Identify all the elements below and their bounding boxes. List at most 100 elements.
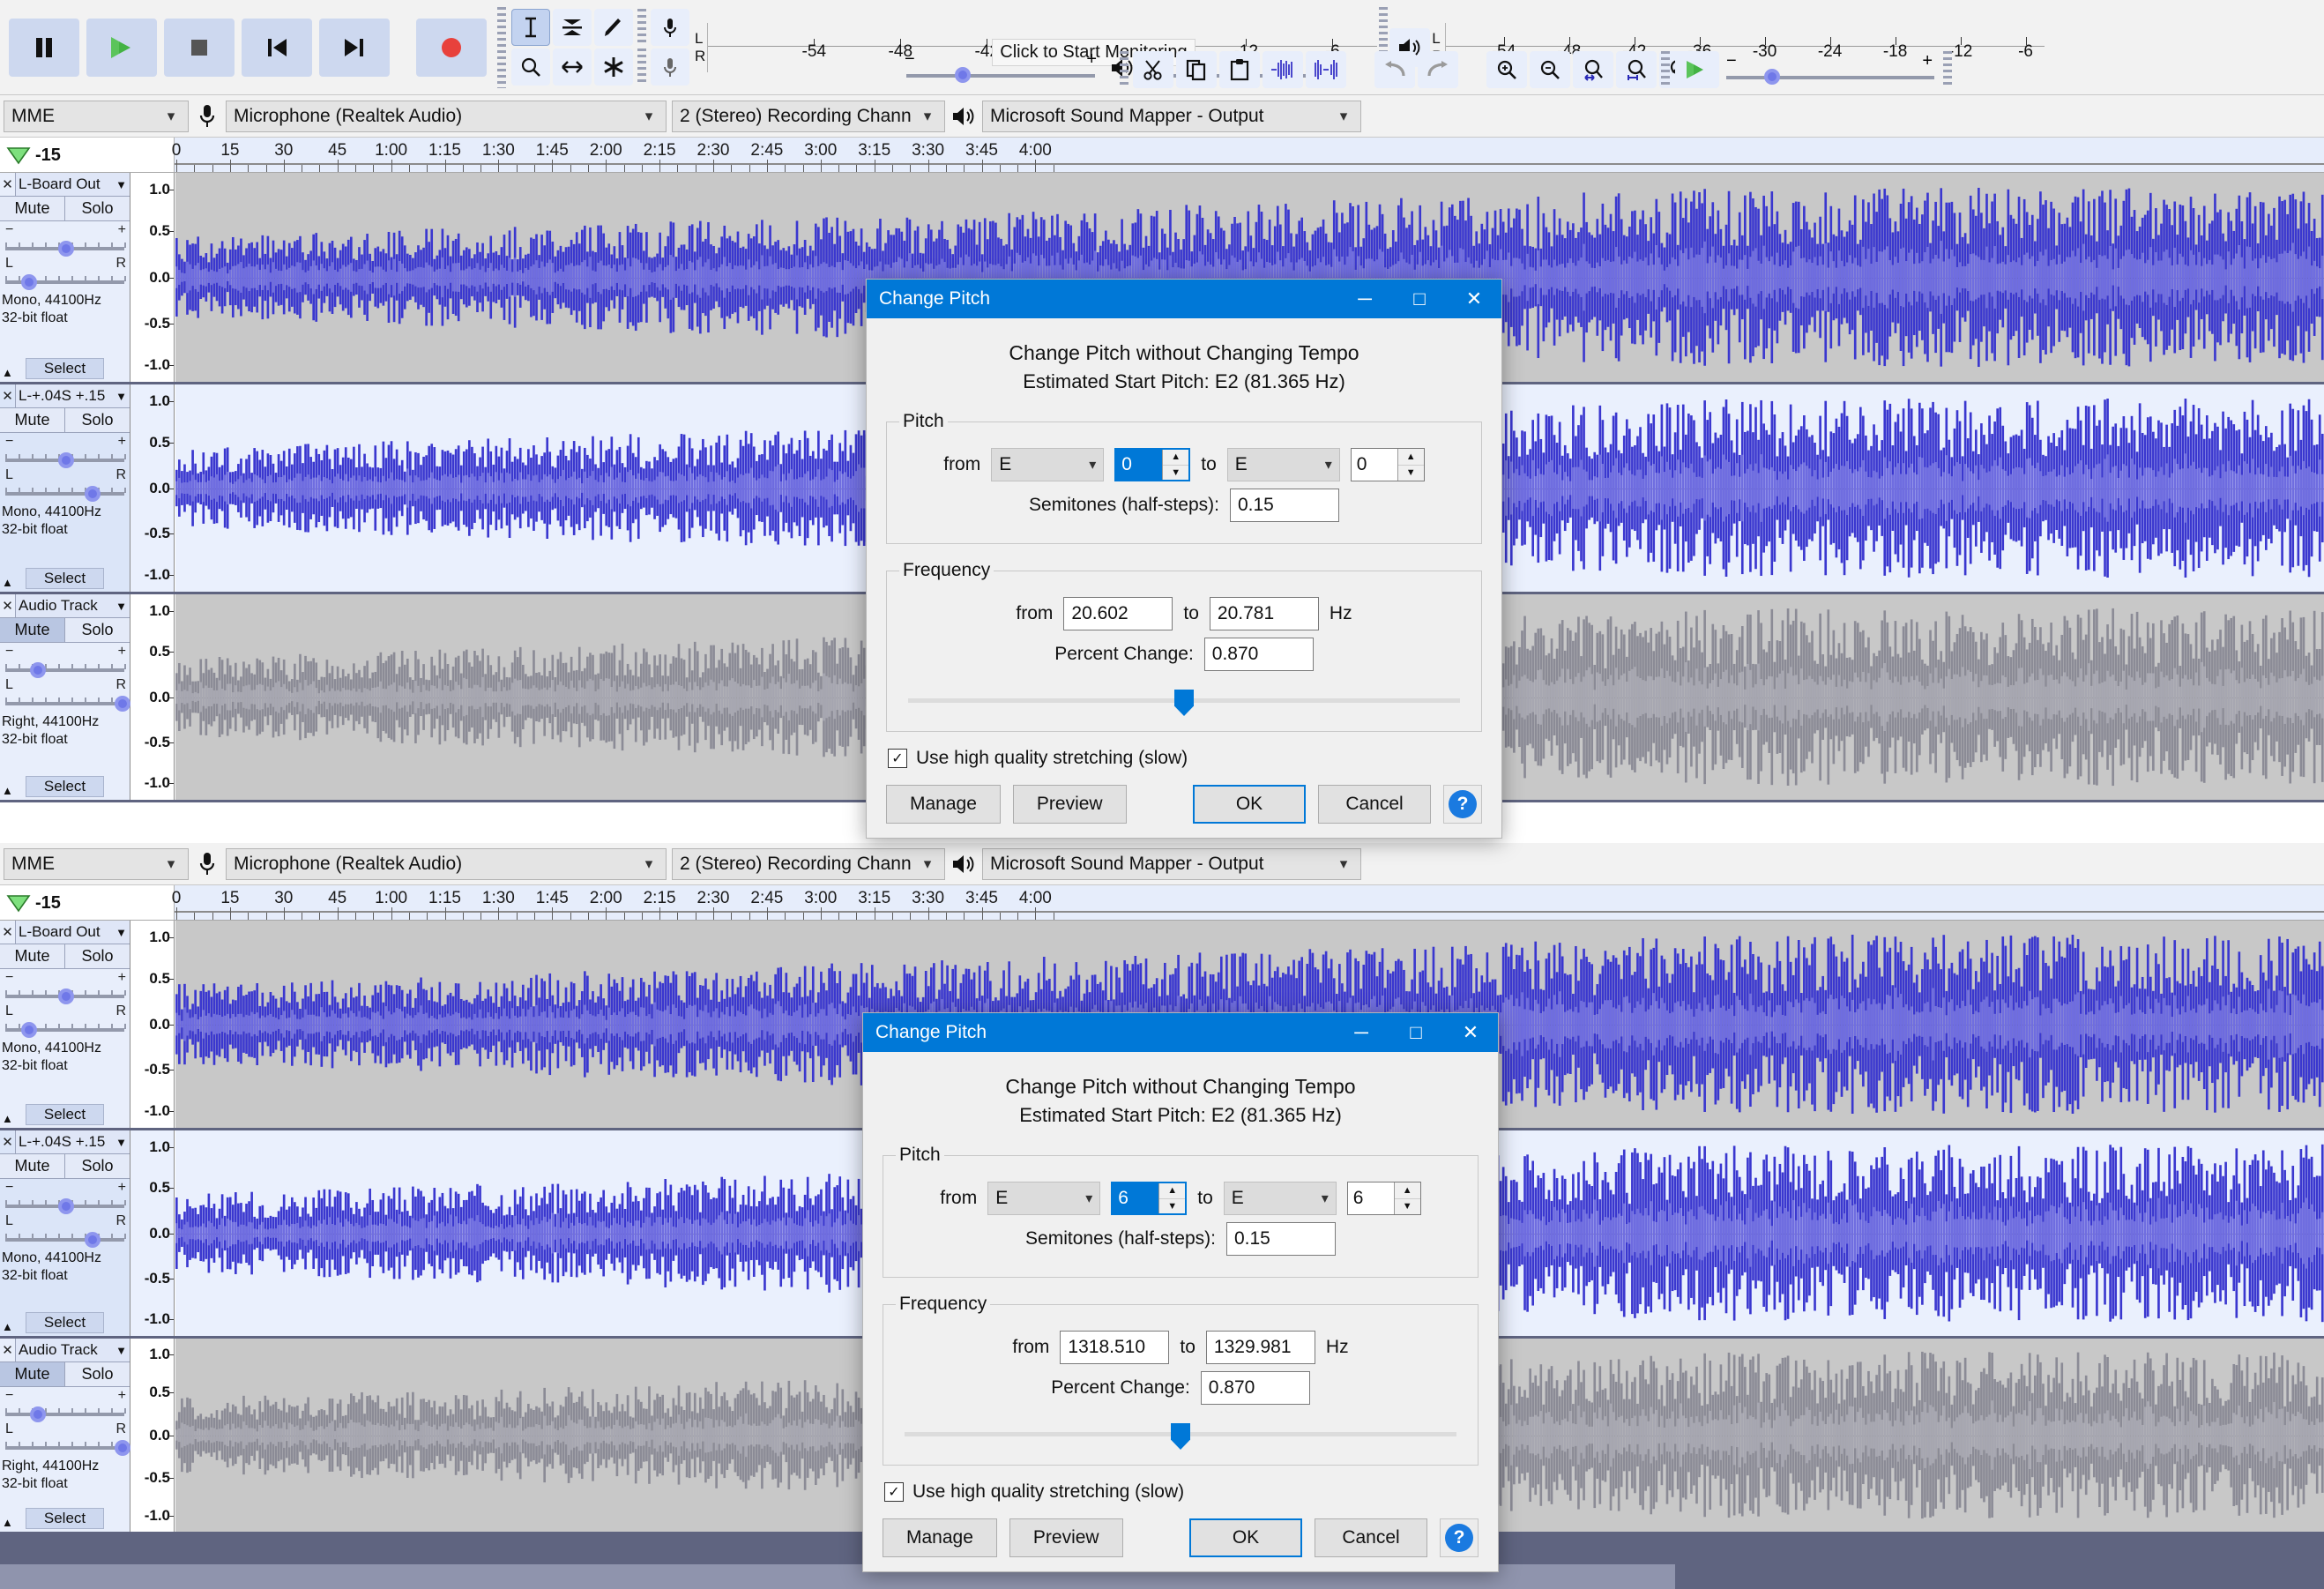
skip-to-start-button[interactable] (242, 18, 312, 77)
track-control-panel[interactable]: ✕ L-+.04S +.15 ▼ Mute Solo − + LR Mono, … (0, 1130, 130, 1336)
percent-change-slider[interactable] (905, 1421, 1456, 1451)
to-octave-spinner[interactable]: 6 ▲ ▼ (1346, 1182, 1421, 1215)
from-octave-spinner[interactable]: 6 ▲ ▼ (1111, 1182, 1188, 1215)
frequency-from-input[interactable]: 20.602 (1063, 597, 1173, 630)
gain-slider[interactable] (5, 660, 126, 678)
close-track-icon[interactable]: ✕ (0, 173, 16, 196)
manage-button[interactable]: Manage (883, 1518, 997, 1557)
track-name-dropdown[interactable]: Audio Track ▼ (16, 594, 130, 617)
copy-button[interactable] (1176, 51, 1217, 88)
close-track-icon[interactable]: ✕ (0, 921, 16, 944)
high-quality-stretching-row[interactable]: ✓ Use high quality stretching (slow) (884, 1481, 1479, 1503)
maximize-icon[interactable]: □ (1392, 280, 1447, 318)
track-control-panel[interactable]: ✕ L-Board Out ▼ Mute Solo − + LR Mono, 4… (0, 173, 130, 382)
close-icon[interactable]: ✕ (1443, 1013, 1498, 1052)
collapse-track-icon[interactable]: ▲ (2, 366, 13, 379)
from-octave-spinner[interactable]: 0 ▲ ▼ (1114, 448, 1191, 481)
spinner-up-icon[interactable]: ▲ (1394, 1182, 1420, 1199)
minimize-icon[interactable]: ─ (1334, 1013, 1389, 1052)
recording-channels-select[interactable]: 2 (Stereo) Recording Chann ▾ (672, 848, 945, 880)
spinner-down-icon[interactable]: ▼ (1397, 465, 1424, 481)
to-note-select[interactable]: E ▾ (1223, 1182, 1337, 1215)
close-track-icon[interactable]: ✕ (0, 384, 16, 407)
timeshift-tool[interactable] (553, 48, 592, 86)
vertical-ruler[interactable]: 1.0 0.5 0.0 -0.5 -1.0 (130, 1130, 175, 1336)
vertical-ruler[interactable]: 1.0 0.5 0.0 -0.5 -1.0 (130, 384, 175, 592)
track-control-panel[interactable]: ✕ L-+.04S +.15 ▼ Mute Solo − + LR Mono, … (0, 384, 130, 592)
mute-button[interactable]: Mute (0, 1154, 65, 1178)
fit-project-button[interactable] (1616, 51, 1657, 88)
pan-slider[interactable] (5, 1230, 126, 1248)
redo-button[interactable] (1418, 51, 1458, 88)
semitones-input[interactable]: 0.15 (1229, 489, 1339, 522)
vertical-ruler[interactable]: 1.0 0.5 0.0 -0.5 -1.0 (130, 921, 175, 1128)
pan-slider[interactable] (5, 484, 126, 502)
spinner-down-icon[interactable]: ▼ (1159, 1198, 1186, 1213)
mute-button[interactable]: Mute (0, 1362, 65, 1386)
track-name-dropdown[interactable]: L-+.04S +.15 ▼ (16, 384, 130, 407)
recording-device-select[interactable]: Microphone (Realtek Audio) ▾ (226, 848, 667, 880)
undo-button[interactable] (1374, 51, 1415, 88)
spinner-down-icon[interactable]: ▼ (1394, 1198, 1420, 1214)
mute-button[interactable]: Mute (0, 197, 65, 220)
close-track-icon[interactable]: ✕ (0, 594, 16, 617)
track-name-dropdown[interactable]: L-+.04S +.15 ▼ (16, 1130, 130, 1153)
from-note-select[interactable]: E ▾ (987, 1182, 1101, 1215)
high-quality-checkbox[interactable]: ✓ (884, 1482, 904, 1502)
audio-host-select[interactable]: MME ▾ (4, 848, 189, 880)
percent-change-slider-thumb[interactable] (1174, 690, 1194, 716)
gain-slider[interactable] (5, 987, 126, 1004)
solo-button[interactable]: Solo (65, 1154, 130, 1178)
to-note-select[interactable]: E ▾ (1226, 448, 1340, 481)
preview-button[interactable]: Preview (1012, 785, 1127, 824)
track-control-panel[interactable]: ✕ L-Board Out ▼ Mute Solo − + LR Mono, 4… (0, 921, 130, 1128)
collapse-track-icon[interactable]: ▲ (2, 1320, 13, 1333)
maximize-icon[interactable]: □ (1389, 1013, 1443, 1052)
frequency-from-input[interactable]: 1318.510 (1060, 1331, 1170, 1364)
frequency-to-input[interactable]: 20.781 (1209, 597, 1319, 630)
pan-slider-thumb[interactable] (114, 696, 130, 712)
solo-button[interactable]: Solo (65, 944, 130, 968)
vertical-ruler[interactable]: 1.0 0.5 0.0 -0.5 -1.0 (130, 594, 175, 800)
change-pitch-dialog-bottom[interactable]: Change Pitch ─ □ ✕ Change Pitch without … (862, 1012, 1499, 1572)
stop-button[interactable] (164, 18, 235, 77)
quickplay-indicator[interactable]: -15 (0, 138, 175, 172)
gain-slider-thumb[interactable] (57, 988, 74, 1004)
to-octave-spinner[interactable]: 0 ▲ ▼ (1350, 448, 1425, 481)
trim-audio-button[interactable] (1263, 51, 1303, 88)
ok-button[interactable]: OK (1193, 785, 1306, 824)
track-name-dropdown[interactable]: L-Board Out ▼ (16, 921, 130, 944)
solo-button[interactable]: Solo (65, 197, 130, 220)
select-track-button[interactable]: Select (25, 1104, 105, 1125)
track-control-panel[interactable]: ✕ Audio Track ▼ Mute Solo − + LR Right, … (0, 594, 130, 800)
close-track-icon[interactable]: ✕ (0, 1339, 16, 1361)
vertical-ruler[interactable]: 1.0 0.5 0.0 -0.5 -1.0 (130, 1339, 175, 1532)
track-name-dropdown[interactable]: L-Board Out ▼ (16, 173, 130, 196)
percent-change-input[interactable]: 0.870 (1203, 638, 1314, 671)
playback-speed-slider[interactable]: − + (1723, 51, 1938, 88)
zoom-out-button[interactable] (1530, 51, 1570, 88)
gain-slider-thumb[interactable] (29, 662, 46, 678)
from-note-select[interactable]: E ▾ (991, 448, 1105, 481)
playback-device-select[interactable]: Microsoft Sound Mapper - Output ▾ (982, 848, 1361, 880)
recording-device-select[interactable]: Microphone (Realtek Audio) ▾ (226, 101, 667, 132)
playback-device-select[interactable]: Microsoft Sound Mapper - Output ▾ (982, 101, 1361, 132)
gain-slider[interactable] (5, 239, 126, 257)
cut-button[interactable] (1133, 51, 1173, 88)
select-track-button[interactable]: Select (25, 358, 105, 379)
pan-slider[interactable] (5, 272, 126, 290)
manage-button[interactable]: Manage (886, 785, 1001, 824)
semitones-input[interactable]: 0.15 (1225, 1222, 1336, 1256)
gain-slider-thumb[interactable] (57, 241, 74, 257)
change-pitch-dialog-top[interactable]: Change Pitch ─ □ ✕ Change Pitch without … (866, 279, 1502, 839)
help-button[interactable]: ? (1440, 1518, 1479, 1557)
spinner-up-icon[interactable]: ▲ (1159, 1183, 1186, 1199)
high-quality-checkbox[interactable]: ✓ (888, 749, 907, 768)
gain-slider[interactable] (5, 1197, 126, 1214)
high-quality-stretching-row[interactable]: ✓ Use high quality stretching (slow) (888, 748, 1482, 769)
solo-button[interactable]: Solo (65, 1362, 130, 1386)
audio-host-select[interactable]: MME ▾ (4, 101, 189, 132)
recording-channels-select[interactable]: 2 (Stereo) Recording Chann ▾ (672, 101, 945, 132)
pan-slider-thumb[interactable] (114, 1440, 130, 1456)
collapse-track-icon[interactable]: ▲ (2, 576, 13, 589)
